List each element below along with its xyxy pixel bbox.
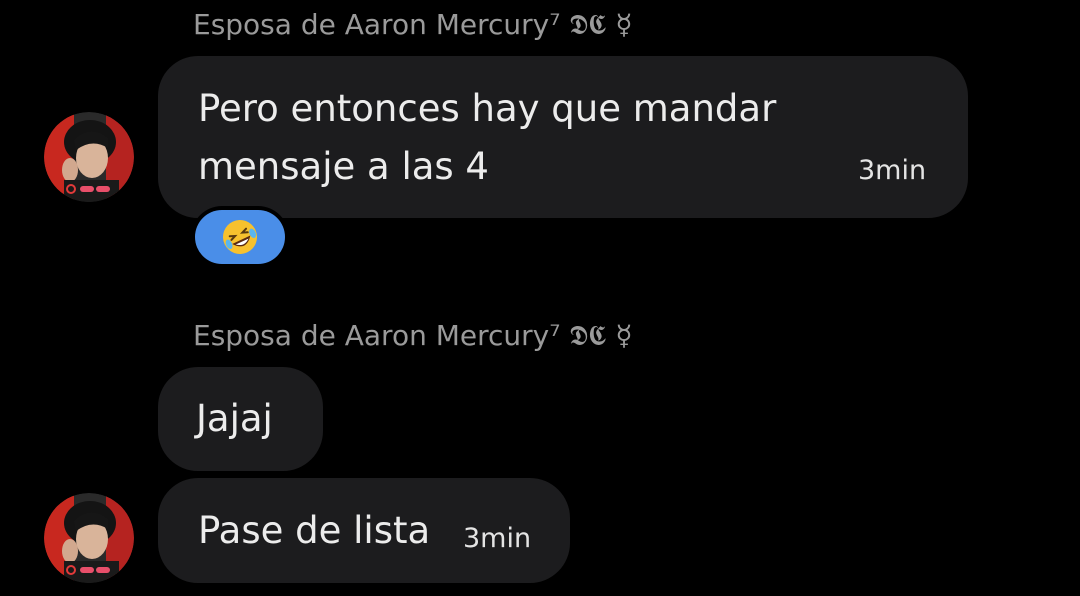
message-text-line-1: Pero entonces hay que mandar bbox=[198, 87, 777, 130]
message-timestamp: 3min bbox=[463, 523, 532, 554]
chat-screen: Esposa de Aaron Mercury⁷ 𝕯𝕮 ☿ Pero enton… bbox=[0, 0, 1080, 596]
avatar-image bbox=[44, 112, 134, 202]
message-bubble[interactable]: Jajaj bbox=[158, 367, 323, 471]
sender-name: Esposa de Aaron Mercury⁷ 𝕯𝕮 ☿ bbox=[193, 8, 633, 41]
message-timestamp: 3min bbox=[858, 155, 927, 186]
avatar-image bbox=[44, 493, 134, 583]
message-text: Pase de lista bbox=[198, 509, 431, 552]
message-bubble[interactable]: Pase de lista 3min bbox=[158, 478, 570, 583]
avatar[interactable] bbox=[44, 493, 134, 583]
message-bubble[interactable]: Pero entonces hay que mandar mensaje a l… bbox=[158, 56, 968, 218]
avatar[interactable] bbox=[44, 112, 134, 202]
reaction-chip-inner bbox=[195, 210, 285, 264]
reaction-chip[interactable] bbox=[191, 206, 289, 268]
message-text: Jajaj bbox=[196, 397, 273, 440]
message-text-line-2: mensaje a las 4 bbox=[198, 145, 489, 188]
rolling-on-floor-laughing-icon bbox=[223, 220, 257, 254]
sender-name: Esposa de Aaron Mercury⁷ 𝕯𝕮 ☿ bbox=[193, 319, 633, 352]
